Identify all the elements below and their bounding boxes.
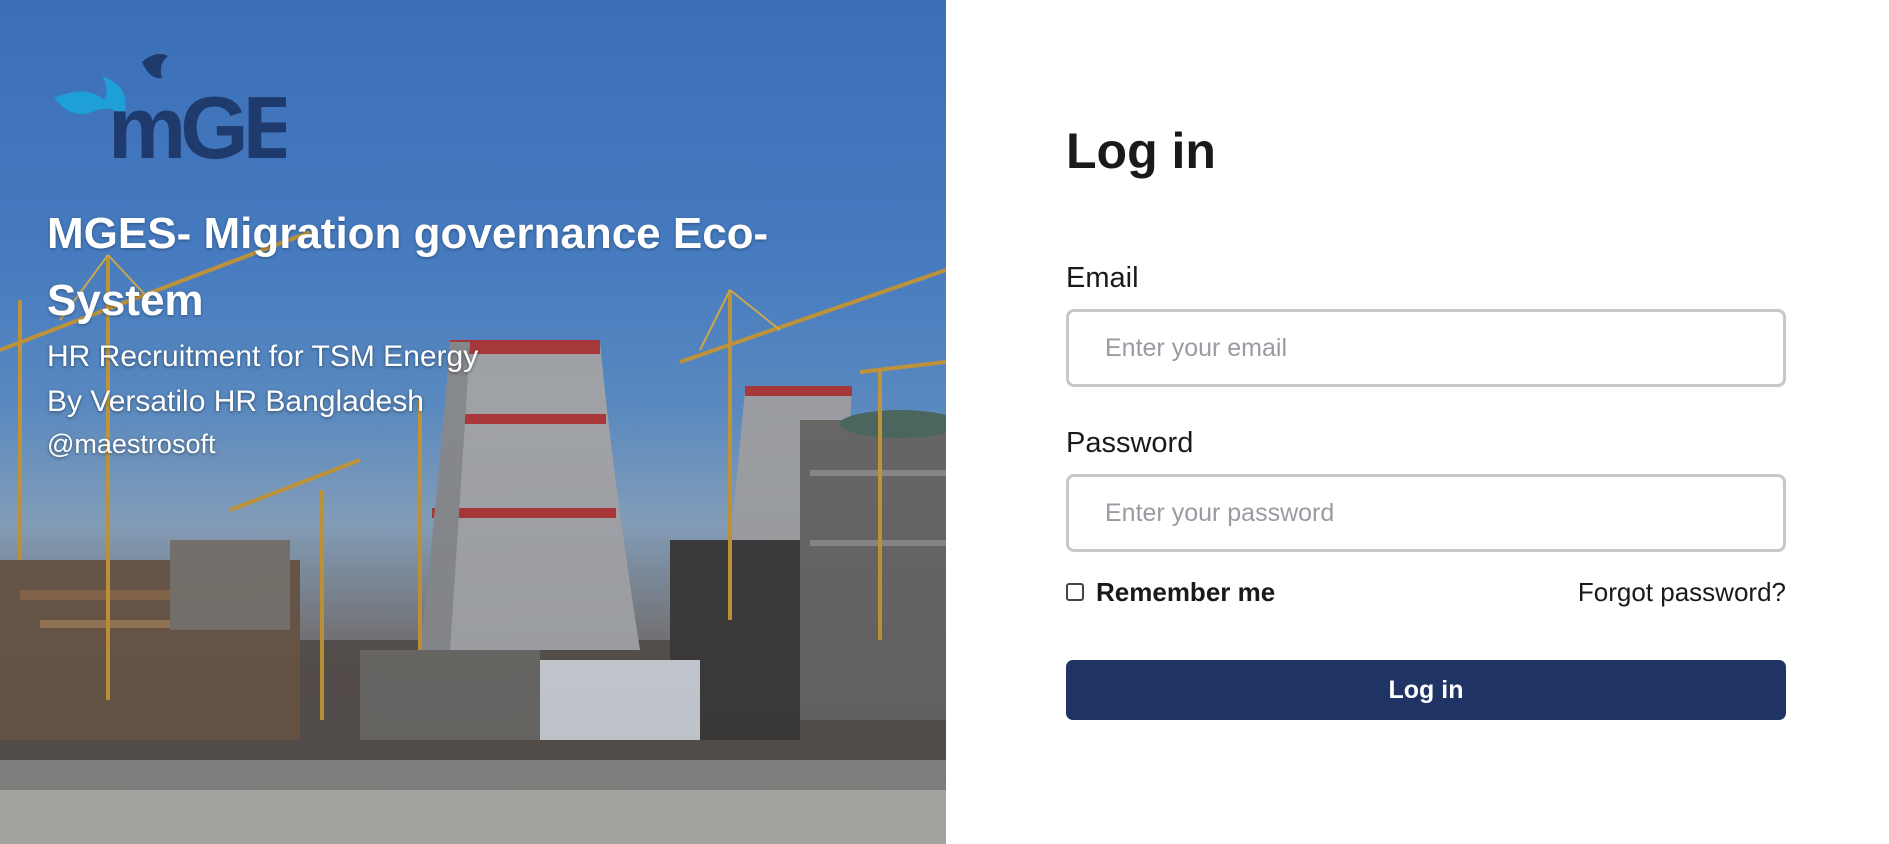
remember-me-toggle[interactable]: Remember me [1066, 577, 1275, 608]
forgot-password-link[interactable]: Forgot password? [1578, 577, 1786, 608]
email-label: Email [1066, 262, 1139, 294]
mges-logo: mGES [54, 54, 286, 166]
login-page: mGES MGES- Migration governance Eco-Syst… [0, 0, 1889, 844]
remember-me-label: Remember me [1096, 576, 1276, 607]
logo-lettering: mGES [108, 78, 286, 166]
email-field[interactable] [1066, 309, 1786, 387]
password-field[interactable] [1066, 474, 1786, 552]
login-panel: Log in Email Password Remember me Forgot… [946, 0, 1889, 844]
hero-handle: @maestrosoft [47, 429, 216, 459]
login-options-row: Remember me Forgot password? [1066, 574, 1786, 610]
hero-subtitle-company: By Versatilo HR Bangladesh [47, 385, 424, 418]
hero-panel: mGES MGES- Migration governance Eco-Syst… [0, 0, 946, 844]
login-title: Log in [1066, 123, 1216, 179]
hero-text-block: MGES- Migration governance Eco-System HR… [47, 200, 847, 464]
hero-subtitle-recruitment: HR Recruitment for TSM Energy [47, 340, 479, 373]
remember-me-checkbox[interactable] [1066, 583, 1084, 601]
login-button[interactable]: Log in [1066, 660, 1786, 720]
hero-title: MGES- Migration governance Eco-System [47, 209, 769, 325]
login-form: Log in Email Password Remember me Forgot… [1066, 120, 1786, 720]
password-label: Password [1066, 427, 1194, 459]
